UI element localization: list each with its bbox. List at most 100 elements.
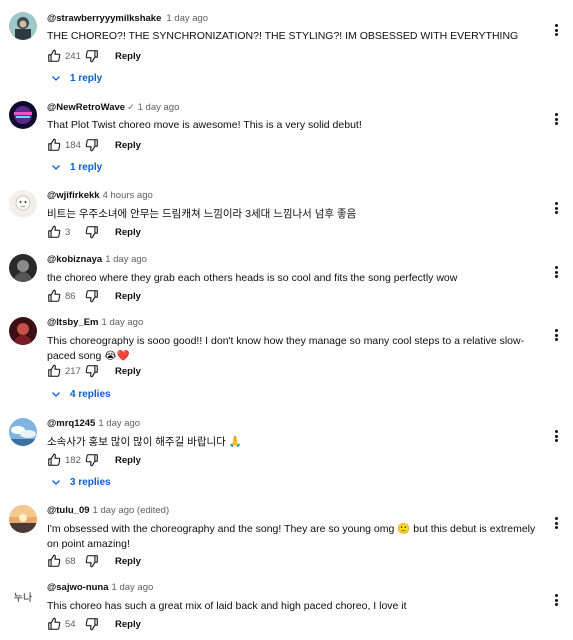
comment-time[interactable]: 1 day ago (105, 254, 147, 265)
comment-author[interactable]: @tulu_09 (47, 505, 90, 516)
like-icon[interactable] (47, 49, 61, 63)
comment-text: 비트는 우주소녀에 안무는 드림캐쳐 느낌이라 3세대 느낌나서 넘후 좋음 (47, 208, 357, 220)
verified-icon: ✓ (127, 102, 135, 112)
view-replies-button[interactable]: 3 replies (50, 476, 111, 488)
comment-author[interactable]: @wjifirkekk (47, 190, 100, 201)
comment-header: @wjifirkekk 4 hours ago (47, 190, 153, 202)
comment-actions: 182 Reply (47, 453, 141, 467)
comment-actions: 54 Reply (47, 617, 141, 631)
comment-time[interactable]: 1 day ago (edited) (93, 505, 170, 516)
reply-button[interactable]: Reply (115, 455, 141, 466)
reply-button[interactable]: Reply (115, 366, 141, 377)
comment-text: the choreo where they grab each others h… (47, 272, 458, 284)
like-count: 54 (65, 618, 76, 630)
avatar[interactable] (9, 505, 37, 533)
comment-actions: 86 Reply (47, 289, 141, 303)
chevron-down-icon (52, 480, 60, 485)
comment-text: 소속사가 홍보 많이 많이 해주길 바랍니다 🙏 (47, 436, 242, 448)
avatar[interactable] (9, 317, 37, 345)
comment-time[interactable]: 1 day ago (102, 317, 144, 328)
more-options-icon[interactable] (551, 515, 561, 531)
avatar[interactable] (9, 418, 37, 446)
like-count: 182 (65, 454, 81, 466)
comment-text: This choreography is sooo good!! I don't… (47, 335, 525, 362)
dislike-icon[interactable] (85, 49, 99, 63)
like-icon[interactable] (47, 225, 61, 239)
comment-header: @mrq1245 1 day ago (47, 418, 140, 430)
comment-time[interactable]: 1 day ago (112, 582, 154, 593)
dislike-icon[interactable] (85, 554, 99, 568)
dislike-icon[interactable] (85, 138, 99, 152)
replies-label: 1 reply (70, 161, 103, 173)
more-options-icon[interactable] (551, 327, 561, 343)
avatar[interactable] (9, 101, 37, 129)
more-options-icon[interactable] (551, 264, 561, 280)
view-replies-button[interactable]: 1 reply (50, 161, 102, 173)
like-icon[interactable] (47, 138, 61, 152)
like-count: 241 (65, 50, 81, 62)
comment-header: @kobiznaya 1 day ago (47, 254, 147, 266)
comment-time[interactable]: 4 hours ago (103, 190, 153, 201)
chevron-down-icon (52, 165, 60, 170)
like-icon[interactable] (47, 617, 61, 631)
comment-text: That Plot Twist choreo move is awesome! … (47, 119, 362, 131)
replies-label: 3 replies (70, 476, 111, 488)
replies-label: 4 replies (70, 388, 111, 400)
comment-header: @strawberryyymilkshake 1 day ago (47, 12, 208, 25)
comment-actions: 241 Reply (47, 49, 141, 63)
avatar[interactable] (9, 254, 37, 282)
comment-author[interactable]: @Itsby_Em (47, 317, 99, 328)
like-icon[interactable] (47, 453, 61, 467)
more-options-icon[interactable] (551, 111, 561, 127)
comment-actions: 68 Reply (47, 554, 141, 568)
more-options-icon[interactable] (551, 428, 561, 444)
like-count: 217 (65, 365, 81, 377)
reply-button[interactable]: Reply (115, 51, 141, 62)
view-replies-button[interactable]: 1 reply (50, 72, 102, 84)
dislike-icon[interactable] (85, 617, 99, 631)
comment-header: @NewRetroWave ✓ 1 day ago (47, 101, 179, 114)
dislike-icon[interactable] (85, 453, 99, 467)
like-count: 86 (65, 290, 76, 302)
comment-text: I'm obsessed with the choreography and t… (47, 523, 536, 550)
dislike-icon[interactable] (85, 289, 99, 303)
reply-button[interactable]: Reply (115, 556, 141, 567)
comment-author[interactable]: @sajwo-nuna (47, 582, 109, 593)
reply-button[interactable]: Reply (115, 291, 141, 302)
reply-button[interactable]: Reply (115, 227, 141, 238)
more-options-icon[interactable] (551, 592, 561, 608)
comment-header: @sajwo-nuna 1 day ago (47, 582, 153, 594)
comment-author[interactable]: @strawberryyymilkshake (47, 13, 161, 24)
more-options-icon[interactable] (551, 200, 561, 216)
reply-button[interactable]: Reply (115, 619, 141, 630)
like-icon[interactable] (47, 289, 61, 303)
like-count: 184 (65, 139, 81, 151)
like-icon[interactable] (47, 364, 61, 378)
view-replies-button[interactable]: 4 replies (50, 388, 111, 400)
reply-button[interactable]: Reply (115, 140, 141, 151)
like-icon[interactable] (47, 554, 61, 568)
comment-text: THE CHOREO?! THE SYNCHRONIZATION?! THE S… (47, 30, 519, 42)
avatar[interactable] (9, 190, 37, 218)
more-options-icon[interactable] (551, 22, 561, 38)
comment-time[interactable]: 1 day ago (98, 418, 140, 429)
chevron-down-icon (52, 392, 60, 397)
comment-actions: 3 Reply (47, 225, 141, 239)
comment-author[interactable]: @NewRetroWave (47, 102, 125, 113)
comment-author[interactable]: @mrq1245 (47, 418, 95, 429)
avatar-text: 누나 (13, 592, 33, 604)
comment-text: This choreo has such a great mix of laid… (47, 600, 407, 612)
replies-label: 1 reply (70, 72, 103, 84)
avatar[interactable] (9, 12, 37, 40)
chevron-down-icon (52, 76, 60, 81)
comment-time[interactable]: 1 day ago (166, 13, 208, 24)
comment-time[interactable]: 1 day ago (138, 102, 180, 113)
comment-author[interactable]: @kobiznaya (47, 254, 102, 265)
comment-actions: 217 Reply (47, 364, 141, 378)
dislike-icon[interactable] (85, 364, 99, 378)
like-count: 3 (65, 226, 71, 238)
comment-header: @Itsby_Em 1 day ago (47, 317, 143, 329)
comment-actions: 184 Reply (47, 138, 141, 152)
avatar[interactable]: 누나 (9, 582, 37, 610)
dislike-icon[interactable] (85, 225, 99, 239)
